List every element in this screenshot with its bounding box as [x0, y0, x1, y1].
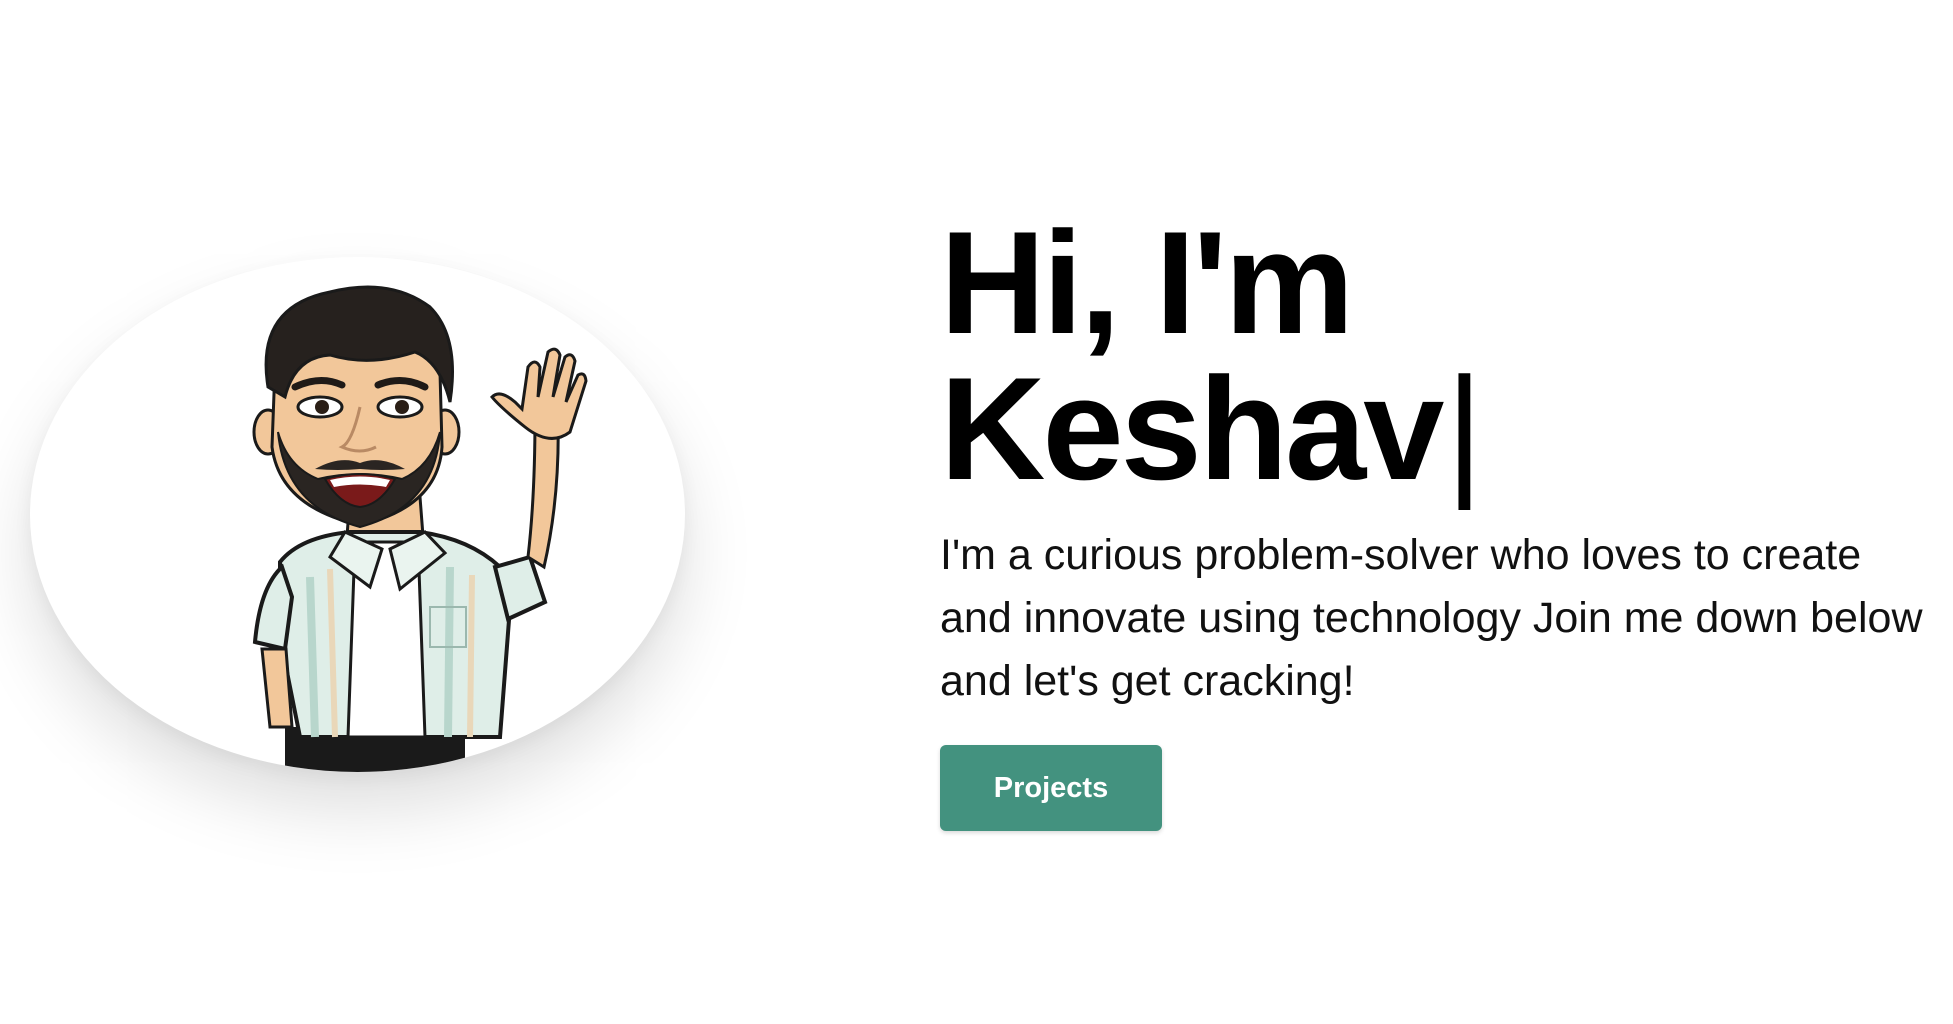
hero-heading: Hi, I'm Keshav| [940, 210, 1940, 502]
hero-text: Hi, I'm Keshav| I'm a curious problem-so… [940, 210, 1940, 831]
waving-bitmoji-avatar-icon [252, 285, 588, 772]
name-text: Keshav [940, 347, 1444, 510]
hero-description: I'm a curious problem-solver who loves t… [940, 531, 1923, 705]
projects-button[interactable]: Projects [940, 745, 1162, 831]
hero-section: Hi, I'm Keshav| I'm a curious problem-so… [0, 0, 1953, 1024]
typing-cursor: | [1445, 347, 1483, 510]
name-line: Keshav| [940, 356, 1940, 502]
avatar [30, 257, 685, 772]
greeting-text: Hi, I'm [940, 201, 1354, 364]
